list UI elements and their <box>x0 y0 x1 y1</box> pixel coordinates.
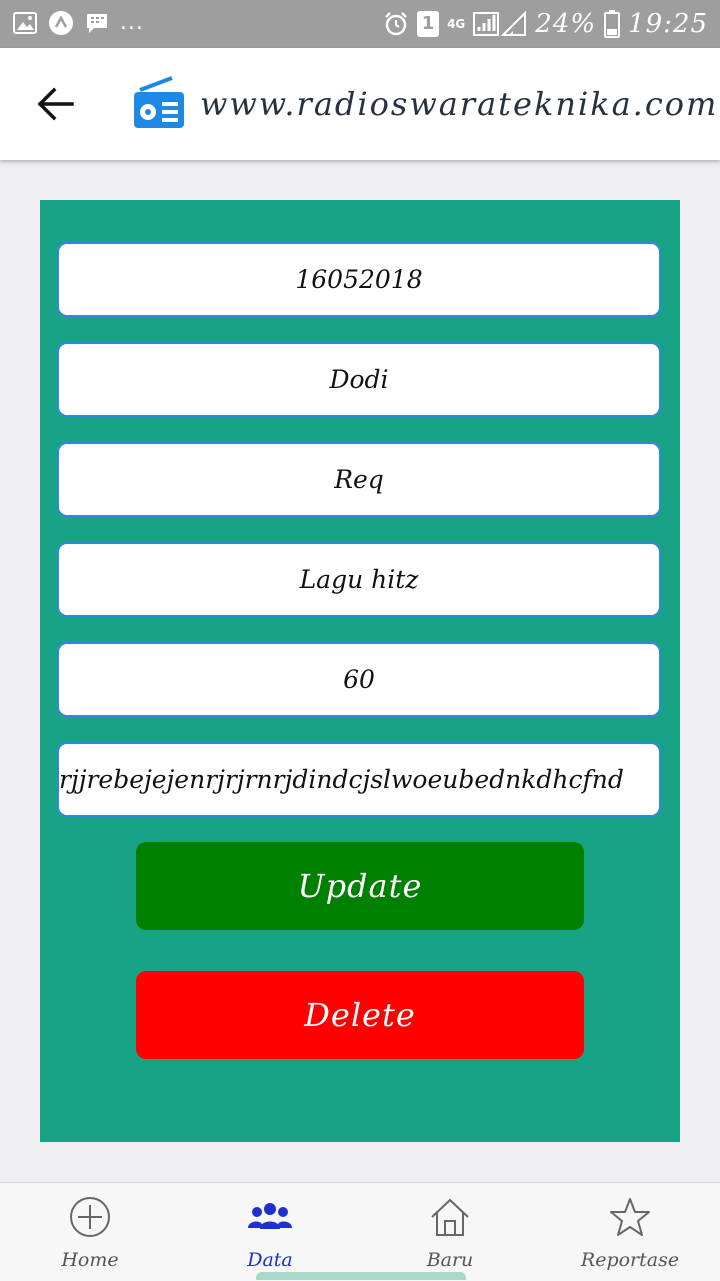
radio-icon <box>132 76 186 130</box>
nav-item-home[interactable]: Home <box>0 1183 180 1281</box>
status-bar: ... 1 4G 24% 19:25 <box>0 0 720 48</box>
people-icon <box>248 1203 292 1229</box>
gallery-icon <box>12 10 38 36</box>
site-title: www.radioswarateknika.com <box>200 85 719 123</box>
more-notifications: ... <box>120 10 144 35</box>
arrow-left-icon <box>37 87 74 121</box>
bbm-icon <box>84 10 110 36</box>
nav-item-baru[interactable]: Baru <box>360 1183 540 1281</box>
back-button[interactable] <box>34 84 78 124</box>
network-type: 4G <box>447 17 466 31</box>
battery-icon <box>604 10 621 38</box>
clock: 19:25 <box>628 9 708 39</box>
nav-active-indicator <box>256 1272 466 1280</box>
sim-badge: 1 <box>417 11 440 37</box>
app-bar: www.radioswarateknika.com <box>0 48 720 160</box>
house-icon <box>431 1198 469 1236</box>
edit-form-panel: 16052018 Dodi Req Lagu hitz 60 rjjrebeje… <box>40 200 680 1142</box>
nav-label-data: Data <box>247 1249 293 1271</box>
date-field[interactable]: 16052018 <box>57 242 661 317</box>
title-field[interactable]: Lagu hitz <box>57 542 661 617</box>
nav-label-reportase: Reportase <box>580 1249 680 1271</box>
update-button[interactable]: Update <box>136 842 584 930</box>
bottom-nav: Home Data Baru Reportase <box>0 1182 720 1281</box>
battery-percent: 24% <box>535 9 597 39</box>
nav-item-reportase[interactable]: Reportase <box>540 1183 720 1281</box>
app-notification-icon <box>48 10 74 36</box>
plus-circle-icon <box>70 1197 110 1237</box>
duration-field[interactable]: 60 <box>57 642 661 717</box>
signal-icon <box>473 11 527 37</box>
alarm-icon <box>383 11 409 37</box>
nav-label-home: Home <box>61 1249 119 1271</box>
category-field[interactable]: Req <box>57 442 661 517</box>
star-icon <box>610 1198 650 1236</box>
name-field[interactable]: Dodi <box>57 342 661 417</box>
message-field[interactable]: rjjrebejejenrjrjrnrjdindcjslwoeubednkdhc… <box>57 742 661 817</box>
nav-item-data[interactable]: Data <box>180 1183 360 1281</box>
nav-label-baru: Baru <box>426 1249 474 1271</box>
delete-button[interactable]: Delete <box>136 971 584 1059</box>
